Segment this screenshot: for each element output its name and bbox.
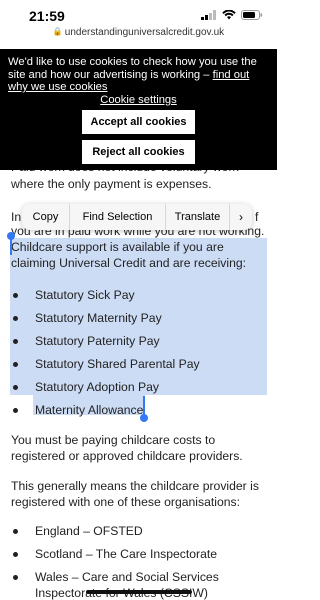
partial-text-left: In xyxy=(11,210,22,224)
text-context-menu: Copy Find Selection Translate › xyxy=(22,204,252,230)
list-item: Statutory Paternity Pay xyxy=(0,334,277,354)
bullet-icon xyxy=(13,529,18,534)
list-item: Statutory Shared Parental Pay xyxy=(0,357,277,377)
bullet-icon xyxy=(13,385,18,390)
bullet-icon xyxy=(13,316,18,321)
home-indicator[interactable] xyxy=(86,590,192,594)
list-item: Statutory Sick Pay xyxy=(0,288,277,308)
paragraph-childcare-costs: You must be paying childcare costs to re… xyxy=(11,433,243,463)
list-item: Statutory Maternity Pay xyxy=(0,311,277,331)
cookie-settings-link[interactable]: Cookie settings xyxy=(0,94,277,106)
bullet-icon xyxy=(13,575,18,580)
bullet-icon xyxy=(13,293,18,298)
paragraph-voluntary-line2: where the only payment is expenses. xyxy=(11,177,212,191)
menu-item-translate[interactable]: Translate xyxy=(166,204,230,230)
selection-start-caret xyxy=(10,236,12,255)
paragraph-childcare-intro: Childcare support is available if you ar… xyxy=(11,240,247,270)
cookie-banner: We'd like to use cookies to check how yo… xyxy=(0,49,277,170)
reject-cookies-button[interactable]: Reject all cookies xyxy=(82,140,195,164)
accept-cookies-button[interactable]: Accept all cookies xyxy=(82,110,195,134)
cookie-message: We'd like to use cookies to check how yo… xyxy=(8,56,257,94)
selection-end-handle[interactable] xyxy=(140,414,148,422)
partial-text-right: f xyxy=(255,210,259,224)
menu-item-find-selection[interactable]: Find Selection xyxy=(70,204,166,230)
bullet-icon xyxy=(13,552,18,557)
list-item: England – OFSTED xyxy=(0,524,277,544)
paragraph-registered: This generally means the childcare provi… xyxy=(11,479,259,509)
bullet-icon xyxy=(13,362,18,367)
bullet-icon xyxy=(13,408,18,413)
menu-item-copy[interactable]: Copy xyxy=(22,204,70,230)
bullet-icon xyxy=(13,339,18,344)
list-item: Statutory Adoption Pay xyxy=(0,380,277,400)
chevron-right-icon[interactable]: › xyxy=(230,204,252,230)
list-item: Maternity Allowance xyxy=(0,403,277,423)
list-item: Wales – Care and Social Services Inspect… xyxy=(0,570,277,600)
list-item: Scotland – The Care Inspectorate xyxy=(0,547,277,567)
